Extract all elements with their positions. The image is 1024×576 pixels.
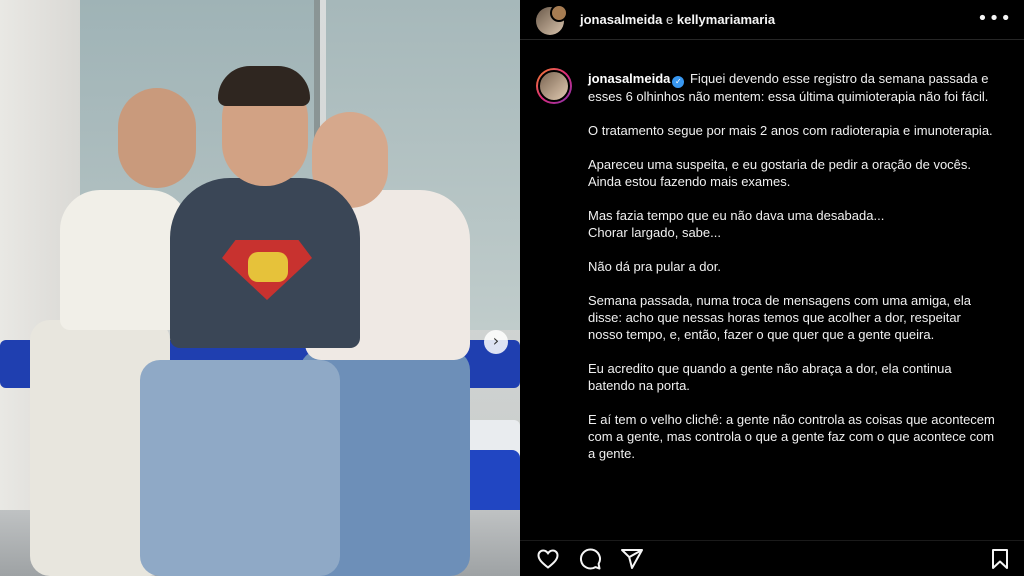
caption-text: jonasalmeida ✓ Fiquei devendo esse regist… (588, 70, 998, 462)
post-actions (520, 540, 1024, 576)
comment-icon[interactable] (578, 547, 602, 571)
author-conjunction: e (666, 12, 674, 27)
post-panel: jonasalmeida e kellymariamaria ••• jonas… (520, 0, 1024, 576)
heart-icon[interactable] (536, 547, 560, 571)
carousel-next-button[interactable]: › (484, 330, 508, 354)
caption-body: Fiquei devendo esse registro da semana p… (588, 71, 995, 461)
caption-username-link[interactable]: jonasalmeida (588, 71, 670, 86)
author-username-link[interactable]: jonasalmeida (580, 12, 662, 27)
avatar[interactable] (550, 4, 568, 22)
share-icon[interactable] (620, 547, 644, 571)
more-options-icon[interactable]: ••• (977, 8, 1012, 29)
chevron-right-icon: › (492, 331, 500, 350)
coauthor-username-link[interactable]: kellymariamaria (677, 12, 775, 27)
bookmark-icon[interactable] (988, 547, 1012, 571)
post-caption: jonasalmeida ✓ Fiquei devendo esse regist… (536, 64, 1016, 534)
verified-badge-icon: ✓ (672, 76, 685, 88)
post-photo[interactable]: › (0, 0, 520, 576)
post-header: jonasalmeida e kellymariamaria ••• (520, 0, 1024, 40)
avatar[interactable] (536, 68, 572, 104)
post-authors: jonasalmeida e kellymariamaria (580, 12, 775, 27)
